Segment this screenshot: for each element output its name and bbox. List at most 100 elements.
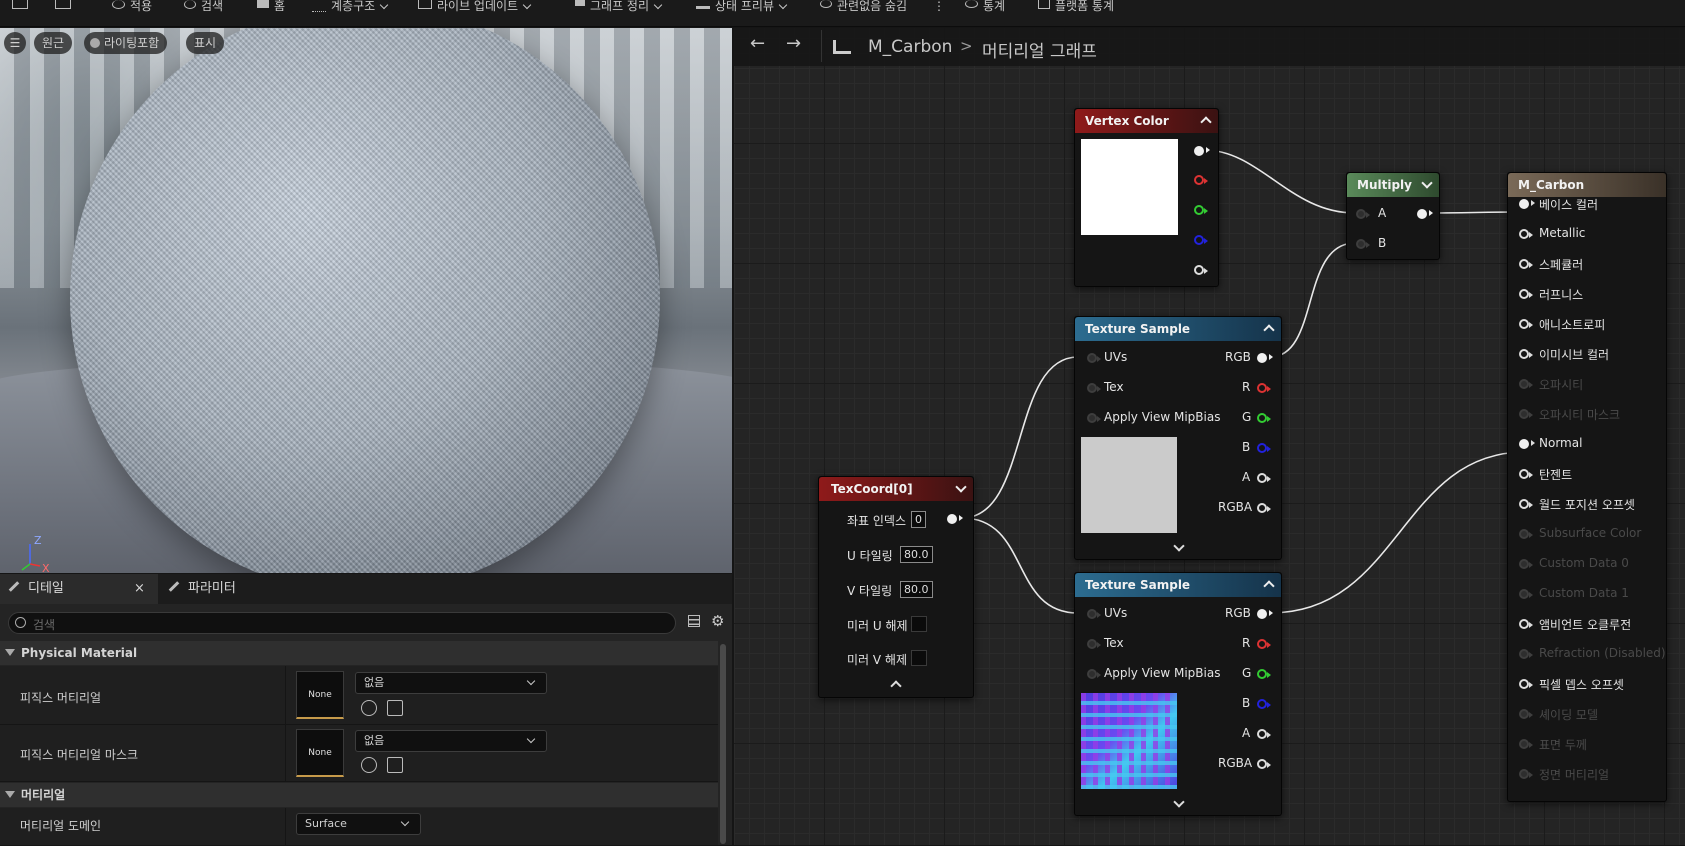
input-pin[interactable] — [1519, 769, 1533, 779]
pin-label: RGBA — [1218, 756, 1253, 770]
input-pin[interactable] — [1519, 499, 1533, 509]
output-pin-rgba[interactable] — [1257, 759, 1271, 769]
pin-label: 월드 포지션 오프셋 — [1539, 498, 1635, 512]
node-texcoord[interactable]: TexCoord[0] 좌표 인덱스 0 U 타일링 80.0 V 타일링 80… — [818, 476, 974, 698]
output-pin-rgb[interactable] — [1257, 353, 1273, 363]
input-pin[interactable] — [1519, 559, 1533, 569]
pin-label: 표면 두께 — [1539, 738, 1587, 752]
node-header[interactable]: Texture Sample — [1075, 573, 1281, 597]
input-pin[interactable] — [1519, 319, 1533, 329]
pin-label: B — [1378, 236, 1387, 250]
output-pin[interactable] — [1194, 146, 1210, 156]
input-pin-b[interactable] — [1356, 239, 1370, 249]
output-pin-rgb[interactable] — [1257, 609, 1273, 619]
output-pin-g[interactable] — [1257, 669, 1271, 679]
collapse-icon[interactable] — [1263, 324, 1275, 336]
pin-label: Apply View MipBias — [1104, 410, 1221, 424]
node-header[interactable]: M_Carbon — [1508, 173, 1666, 197]
pin-label: 스페큘러 — [1539, 258, 1584, 272]
input-pin[interactable] — [1519, 619, 1533, 629]
input-pin-tex[interactable] — [1087, 639, 1101, 649]
input-pin-mipbias[interactable] — [1087, 413, 1101, 423]
output-pin-b[interactable] — [1194, 235, 1208, 245]
pin-label: Tex — [1104, 380, 1124, 394]
pin-label: G — [1242, 666, 1252, 680]
node-header[interactable]: Multiply — [1347, 173, 1439, 197]
v-tiling-field[interactable]: 80.0 — [900, 581, 933, 598]
node-title: Texture Sample — [1085, 322, 1191, 336]
u-tiling-field[interactable]: 80.0 — [900, 546, 933, 563]
input-pin-uvs[interactable] — [1087, 353, 1101, 363]
node-title: Texture Sample — [1085, 578, 1191, 592]
output-pin-a[interactable] — [1194, 265, 1208, 275]
input-pin-a[interactable] — [1356, 209, 1370, 219]
pin-label: G — [1242, 410, 1252, 424]
node-texture-sample-2[interactable]: Texture Sample UVs Tex Apply View MipBia… — [1074, 572, 1282, 816]
pin-label: Refraction (Disabled) — [1539, 646, 1666, 660]
unmirror-v-checkbox[interactable] — [911, 650, 927, 666]
unmirror-u-checkbox[interactable] — [911, 616, 927, 632]
input-pin[interactable] — [1519, 739, 1533, 749]
input-pin[interactable] — [1519, 649, 1533, 659]
pin-label: 셰이딩 모델 — [1539, 708, 1599, 722]
input-pin[interactable] — [1519, 289, 1533, 299]
input-pin[interactable] — [1519, 409, 1533, 419]
input-pin-uvs[interactable] — [1087, 609, 1101, 619]
node-multiply[interactable]: Multiply A B — [1346, 172, 1440, 260]
output-pin[interactable] — [1417, 209, 1433, 219]
pin-label: 앰비언트 오클루전 — [1539, 618, 1632, 632]
collapse-icon[interactable] — [1421, 177, 1433, 189]
collapse-icon[interactable] — [955, 481, 967, 493]
input-pin[interactable] — [1519, 379, 1533, 389]
input-pin[interactable] — [1519, 679, 1533, 689]
node-vertex-color[interactable]: Vertex Color — [1074, 108, 1219, 287]
collapse-icon[interactable] — [1200, 116, 1212, 128]
output-pin-rgba[interactable] — [1257, 503, 1271, 513]
output-pin-r[interactable] — [1194, 175, 1208, 185]
input-pin[interactable] — [1519, 709, 1533, 719]
expand-advanced-icon[interactable] — [1173, 540, 1185, 552]
collapse-icon[interactable] — [1263, 580, 1275, 592]
pin-label: RGB — [1225, 350, 1251, 364]
pin-label: Normal — [1539, 436, 1583, 450]
node-header[interactable]: TexCoord[0] — [819, 477, 973, 501]
pin-label: A — [1242, 470, 1251, 484]
input-pin[interactable] — [1519, 589, 1533, 599]
input-pin[interactable] — [1519, 349, 1533, 359]
input-pin[interactable] — [1519, 229, 1533, 239]
output-pin-g[interactable] — [1194, 205, 1208, 215]
output-pin-b[interactable] — [1257, 699, 1271, 709]
input-pin[interactable] — [1519, 469, 1533, 479]
node-texture-sample-1[interactable]: Texture Sample UVs Tex Apply View MipBia… — [1074, 316, 1282, 560]
node-header[interactable]: Texture Sample — [1075, 317, 1281, 341]
pin-label: Custom Data 1 — [1539, 586, 1629, 600]
output-pin-r[interactable] — [1257, 383, 1271, 393]
pin-label: 좌표 인덱스 — [847, 514, 907, 528]
input-pin[interactable] — [1519, 529, 1533, 539]
output-pin-r[interactable] — [1257, 639, 1271, 649]
collapse-advanced-icon[interactable] — [890, 680, 902, 692]
input-pin-mipbias[interactable] — [1087, 669, 1101, 679]
node-header[interactable]: Vertex Color — [1075, 109, 1218, 133]
coordinate-index-field[interactable]: 0 — [911, 511, 926, 528]
pin-label: Tex — [1104, 636, 1124, 650]
input-pin-tex[interactable] — [1087, 383, 1101, 393]
texture-preview — [1081, 437, 1177, 533]
input-pin[interactable] — [1519, 259, 1533, 269]
expand-advanced-icon[interactable] — [1173, 796, 1185, 808]
node-material-result[interactable]: M_Carbon 베이스 컬러 Metallic 스페큘러 러프니스 애니소트로피 이미시… — [1507, 172, 1667, 802]
input-pin[interactable] — [1519, 199, 1535, 209]
wire-vertex-to-multiply — [1203, 149, 1356, 214]
pin-label: B — [1242, 440, 1251, 454]
pin-label: 베이스 컬러 — [1539, 198, 1599, 212]
input-pin[interactable] — [1519, 439, 1535, 449]
output-pin[interactable] — [947, 514, 963, 524]
output-pin-g[interactable] — [1257, 413, 1271, 423]
normal-texture-preview — [1081, 693, 1177, 789]
pin-label: V 타일링 — [847, 584, 893, 598]
output-pin-a[interactable] — [1257, 473, 1271, 483]
pin-label: Metallic — [1539, 226, 1586, 240]
output-pin-b[interactable] — [1257, 443, 1271, 453]
output-pin-a[interactable] — [1257, 729, 1271, 739]
pin-label: R — [1242, 380, 1251, 394]
